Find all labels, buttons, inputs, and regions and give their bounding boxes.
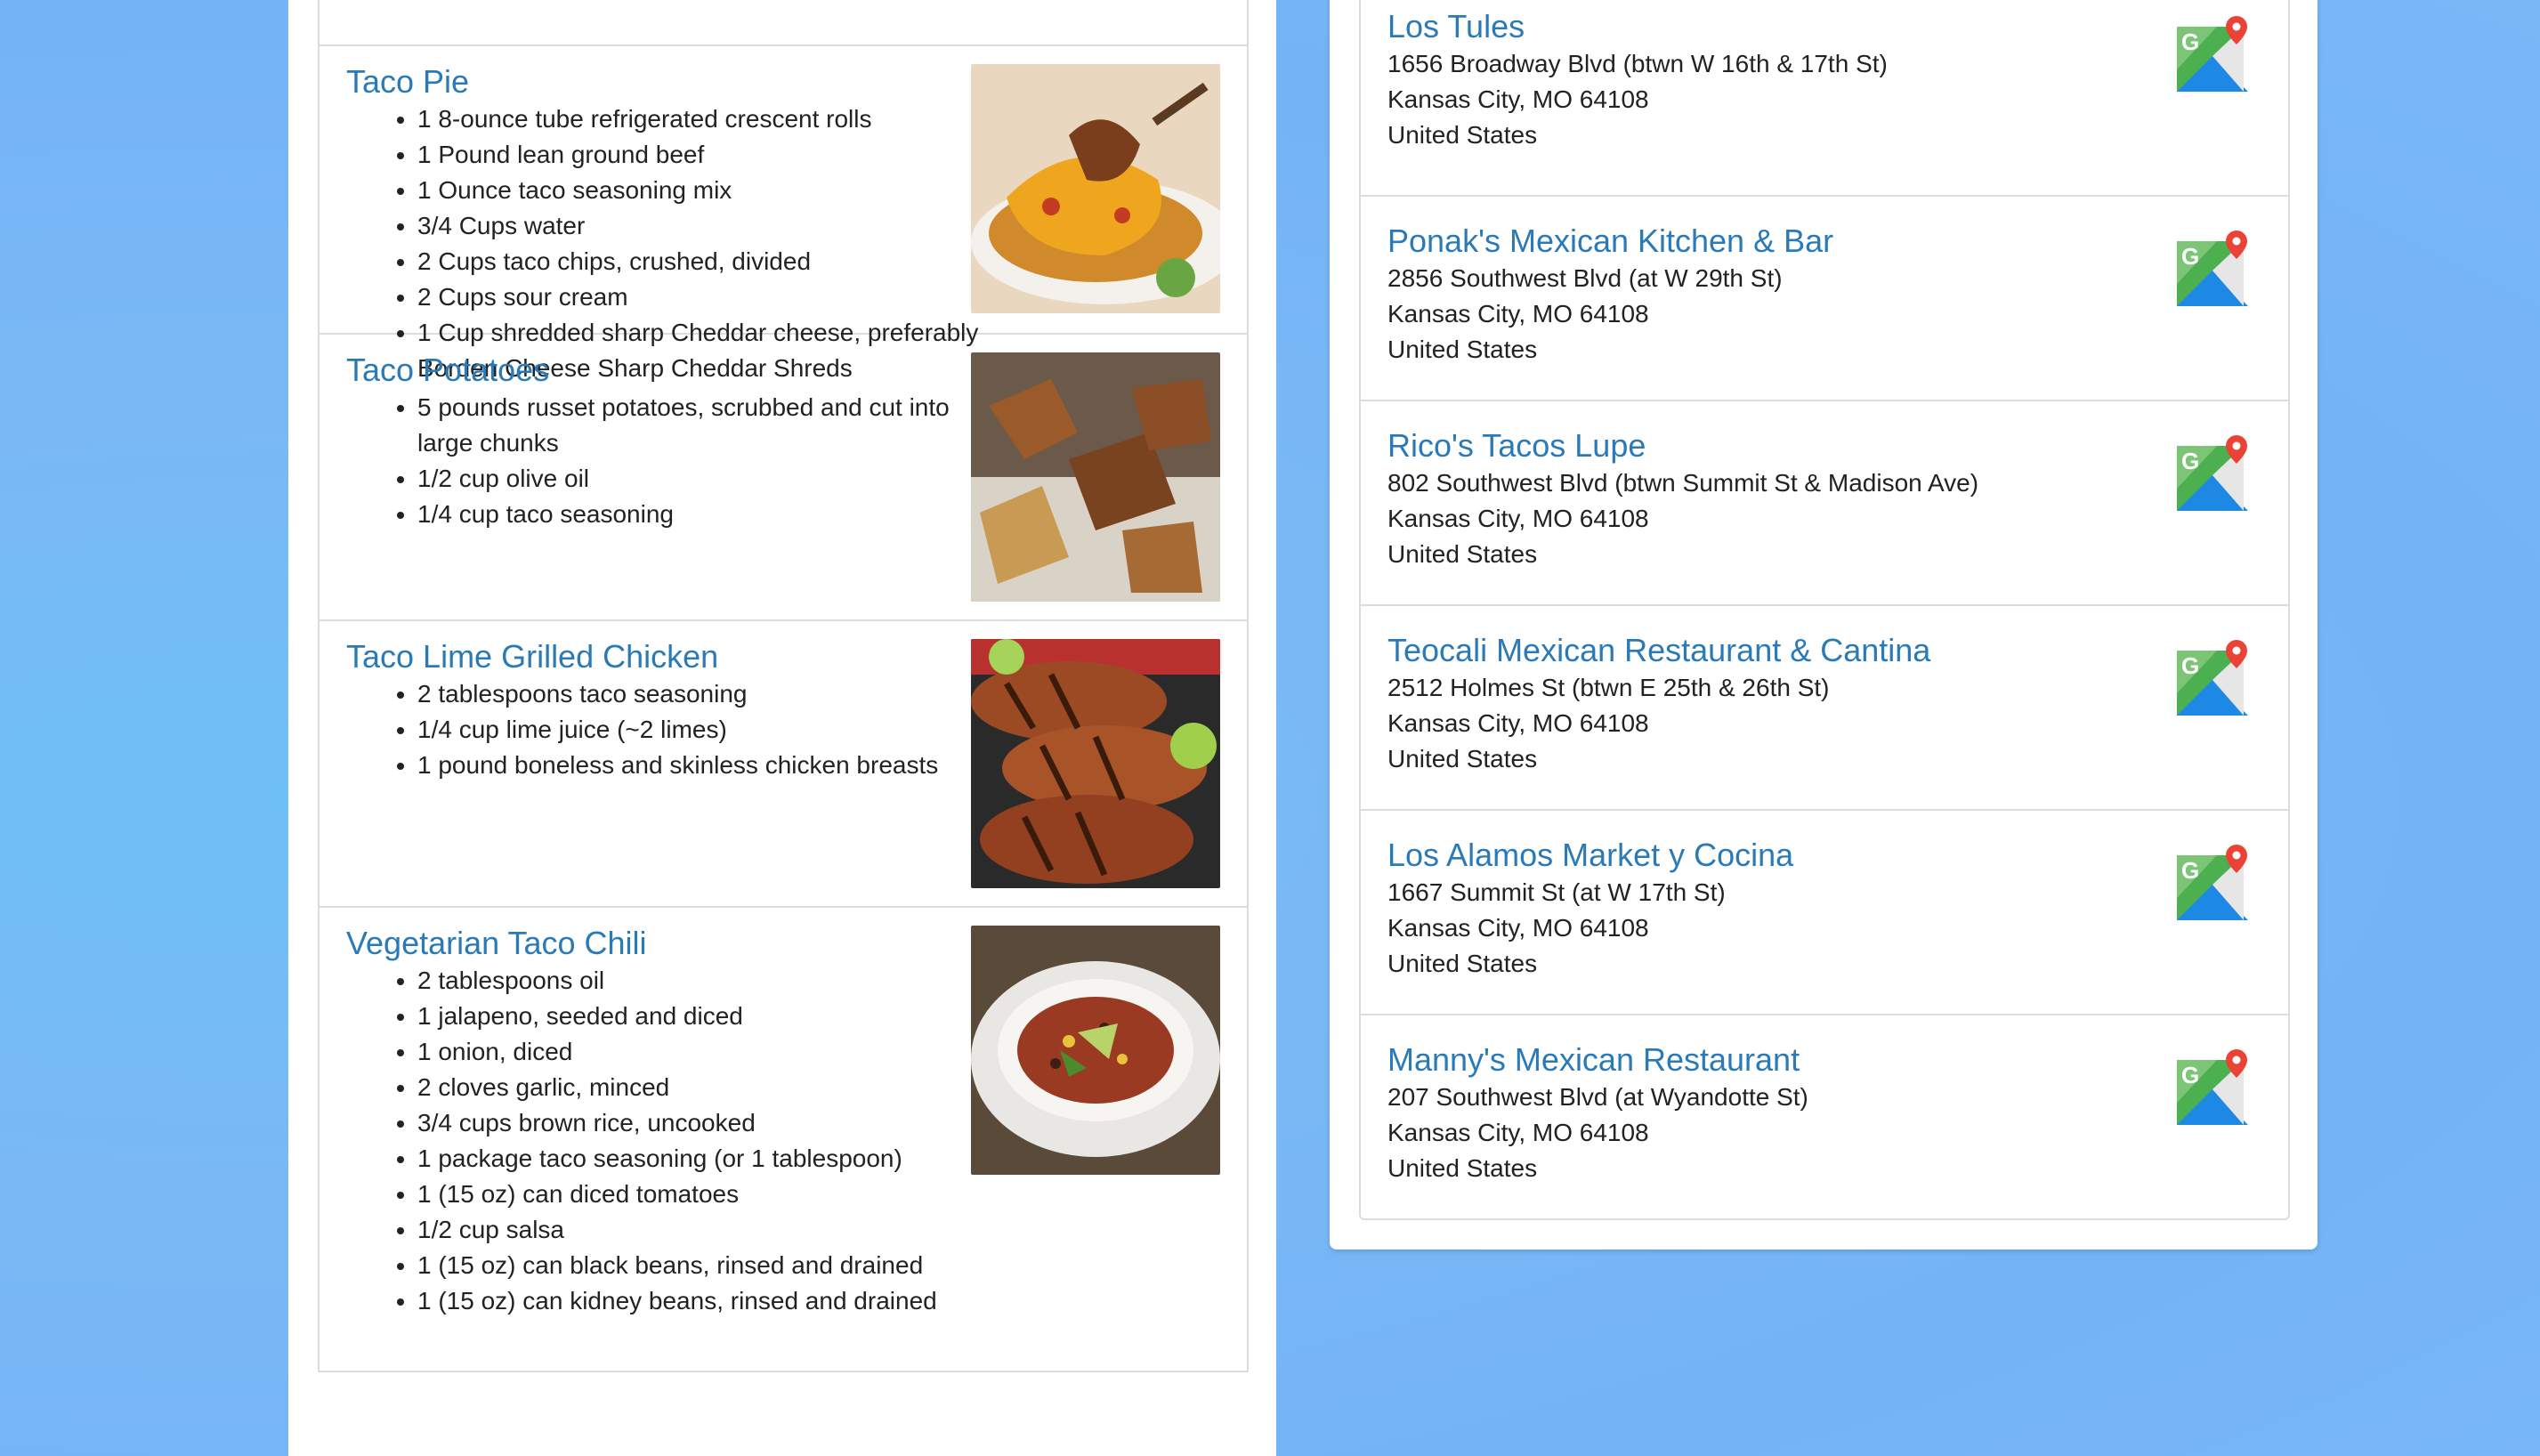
ingredient: 2 cloves garlic, minced — [417, 1070, 1005, 1105]
recipes-panel: Taco Pie 1 8-ounce tube refrigerated cre… — [288, 0, 1276, 1456]
recipe-item: Taco Potatoes 5 pounds russet potatoes, … — [320, 335, 1247, 621]
ingredient: 1/4 cup lime juice (~2 limes) — [417, 712, 1005, 748]
recipe-item: Vegetarian Taco Chili 2 tablespoons oil … — [320, 908, 1247, 1371]
restaurant-country: United States — [1387, 1154, 1538, 1182]
restaurant-country: United States — [1387, 950, 1538, 977]
restaurant-street: 1656 Broadway Blvd (btwn W 16th & 17th S… — [1387, 50, 1888, 77]
svg-text:G: G — [2181, 28, 2199, 55]
restaurant-item: Los Alamos Market y Cocina 1667 Summit S… — [1361, 811, 2288, 1015]
google-maps-icon[interactable]: G — [2172, 16, 2253, 96]
grilled-chicken-photo[interactable] — [971, 639, 1220, 888]
ingredient: 1 package taco seasoning (or 1 tablespoo… — [417, 1141, 1005, 1177]
svg-text:G: G — [2181, 1062, 2199, 1088]
svg-text:G: G — [2181, 857, 2199, 884]
ingredient: 2 Cups taco chips, crushed, divided — [417, 244, 1005, 279]
restaurant-country: United States — [1387, 336, 1538, 363]
restaurant-city: Kansas City, MO 64108 — [1387, 1119, 1649, 1146]
recipe-title-link[interactable]: Vegetarian Taco Chili — [346, 925, 647, 961]
google-maps-icon[interactable]: G — [2172, 1049, 2253, 1129]
recipe-item: Taco Pie 1 8-ounce tube refrigerated cre… — [320, 46, 1247, 382]
restaurant-item: Rico's Tacos Lupe 802 Southwest Blvd (bt… — [1361, 401, 2288, 606]
ingredient-list: 5 pounds russet potatoes, scrubbed and c… — [346, 390, 1005, 532]
restaurant-city: Kansas City, MO 64108 — [1387, 914, 1649, 942]
taco-pie-photo[interactable] — [971, 64, 1220, 313]
ingredient: 2 tablespoons taco seasoning — [417, 676, 1005, 712]
ingredient: 1/2 cup olive oil — [417, 461, 1005, 497]
restaurant-street: 1667 Summit St (at W 17th St) — [1387, 878, 1726, 906]
recipe-title-link[interactable]: Taco Lime Grilled Chicken — [346, 638, 718, 675]
ingredient: 2 Cups sour cream — [417, 279, 1005, 315]
ingredient: 1/4 cup taco seasoning — [417, 497, 1005, 532]
restaurant-name-link[interactable]: Teocali Mexican Restaurant & Cantina — [1387, 632, 1930, 668]
svg-text:G: G — [2181, 652, 2199, 679]
restaurant-street: 2856 Southwest Blvd (at W 29th St) — [1387, 264, 1783, 292]
recipe-previous-cutoff — [320, 0, 1247, 46]
ingredient-list: 2 tablespoons taco seasoning 1/4 cup lim… — [346, 676, 1005, 783]
ingredient: 1 (15 oz) can black beans, rinsed and dr… — [417, 1248, 1005, 1283]
ingredient-list: 2 tablespoons oil 1 jalapeno, seeded and… — [346, 963, 1005, 1319]
restaurant-city: Kansas City, MO 64108 — [1387, 85, 1649, 113]
google-maps-icon[interactable]: G — [2172, 231, 2253, 311]
ingredient: 2 tablespoons oil — [417, 963, 1005, 999]
recipe-title-link[interactable]: Taco Pie — [346, 63, 469, 100]
ingredient: 1 Pound lean ground beef — [417, 137, 1005, 173]
restaurant-country: United States — [1387, 121, 1538, 149]
restaurants-panel: Los Tules 1656 Broadway Blvd (btwn W 16t… — [1330, 0, 2318, 1250]
restaurant-name-link[interactable]: Los Alamos Market y Cocina — [1387, 837, 1793, 873]
restaurant-name-link[interactable]: Rico's Tacos Lupe — [1387, 427, 1646, 464]
restaurant-item: Manny's Mexican Restaurant 207 Southwest… — [1361, 1015, 2288, 1218]
svg-text:G: G — [2181, 448, 2199, 474]
restaurant-city: Kansas City, MO 64108 — [1387, 300, 1649, 328]
taco-chili-photo[interactable] — [971, 926, 1220, 1175]
restaurant-city: Kansas City, MO 64108 — [1387, 709, 1649, 737]
ingredient: 1 Ounce taco seasoning mix — [417, 173, 1005, 208]
ingredient: 3/4 Cups water — [417, 208, 1005, 244]
google-maps-icon[interactable]: G — [2172, 640, 2253, 720]
restaurant-country: United States — [1387, 745, 1538, 772]
ingredient: 1 onion, diced — [417, 1034, 1005, 1070]
recipes-list: Taco Pie 1 8-ounce tube refrigerated cre… — [318, 0, 1249, 1372]
taco-potatoes-photo[interactable] — [971, 352, 1220, 602]
restaurant-street: 207 Southwest Blvd (at Wyandotte St) — [1387, 1083, 1808, 1111]
ingredient: 1 (15 oz) can diced tomatoes — [417, 1177, 1005, 1212]
restaurant-country: United States — [1387, 540, 1538, 568]
recipe-title-link[interactable]: Taco Potatoes — [346, 352, 549, 388]
restaurant-item: Los Tules 1656 Broadway Blvd (btwn W 16t… — [1361, 0, 2288, 197]
restaurant-name-link[interactable]: Manny's Mexican Restaurant — [1387, 1041, 1800, 1078]
google-maps-icon[interactable]: G — [2172, 845, 2253, 925]
ingredient: 1/2 cup salsa — [417, 1212, 1005, 1248]
restaurant-item: Ponak's Mexican Kitchen & Bar 2856 South… — [1361, 197, 2288, 401]
ingredient: 1 8-ounce tube refrigerated crescent rol… — [417, 101, 1005, 137]
recipe-item: Taco Lime Grilled Chicken 2 tablespoons … — [320, 621, 1247, 908]
ingredient: 1 (15 oz) can kidney beans, rinsed and d… — [417, 1283, 1005, 1319]
restaurant-street: 802 Southwest Blvd (btwn Summit St & Mad… — [1387, 469, 1979, 497]
restaurant-item: Teocali Mexican Restaurant & Cantina 251… — [1361, 606, 2288, 811]
ingredient: 5 pounds russet potatoes, scrubbed and c… — [417, 390, 1005, 461]
ingredient: 1 jalapeno, seeded and diced — [417, 999, 1005, 1034]
restaurant-street: 2512 Holmes St (btwn E 25th & 26th St) — [1387, 674, 1830, 701]
restaurant-name-link[interactable]: Los Tules — [1387, 8, 1525, 44]
ingredient: 3/4 cups brown rice, uncooked — [417, 1105, 1005, 1141]
restaurant-city: Kansas City, MO 64108 — [1387, 505, 1649, 532]
restaurant-name-link[interactable]: Ponak's Mexican Kitchen & Bar — [1387, 222, 1833, 259]
google-maps-icon[interactable]: G — [2172, 435, 2253, 515]
svg-text:G: G — [2181, 243, 2199, 270]
restaurants-list: Los Tules 1656 Broadway Blvd (btwn W 16t… — [1359, 0, 2290, 1220]
ingredient: 1 pound boneless and skinless chicken br… — [417, 748, 1005, 783]
